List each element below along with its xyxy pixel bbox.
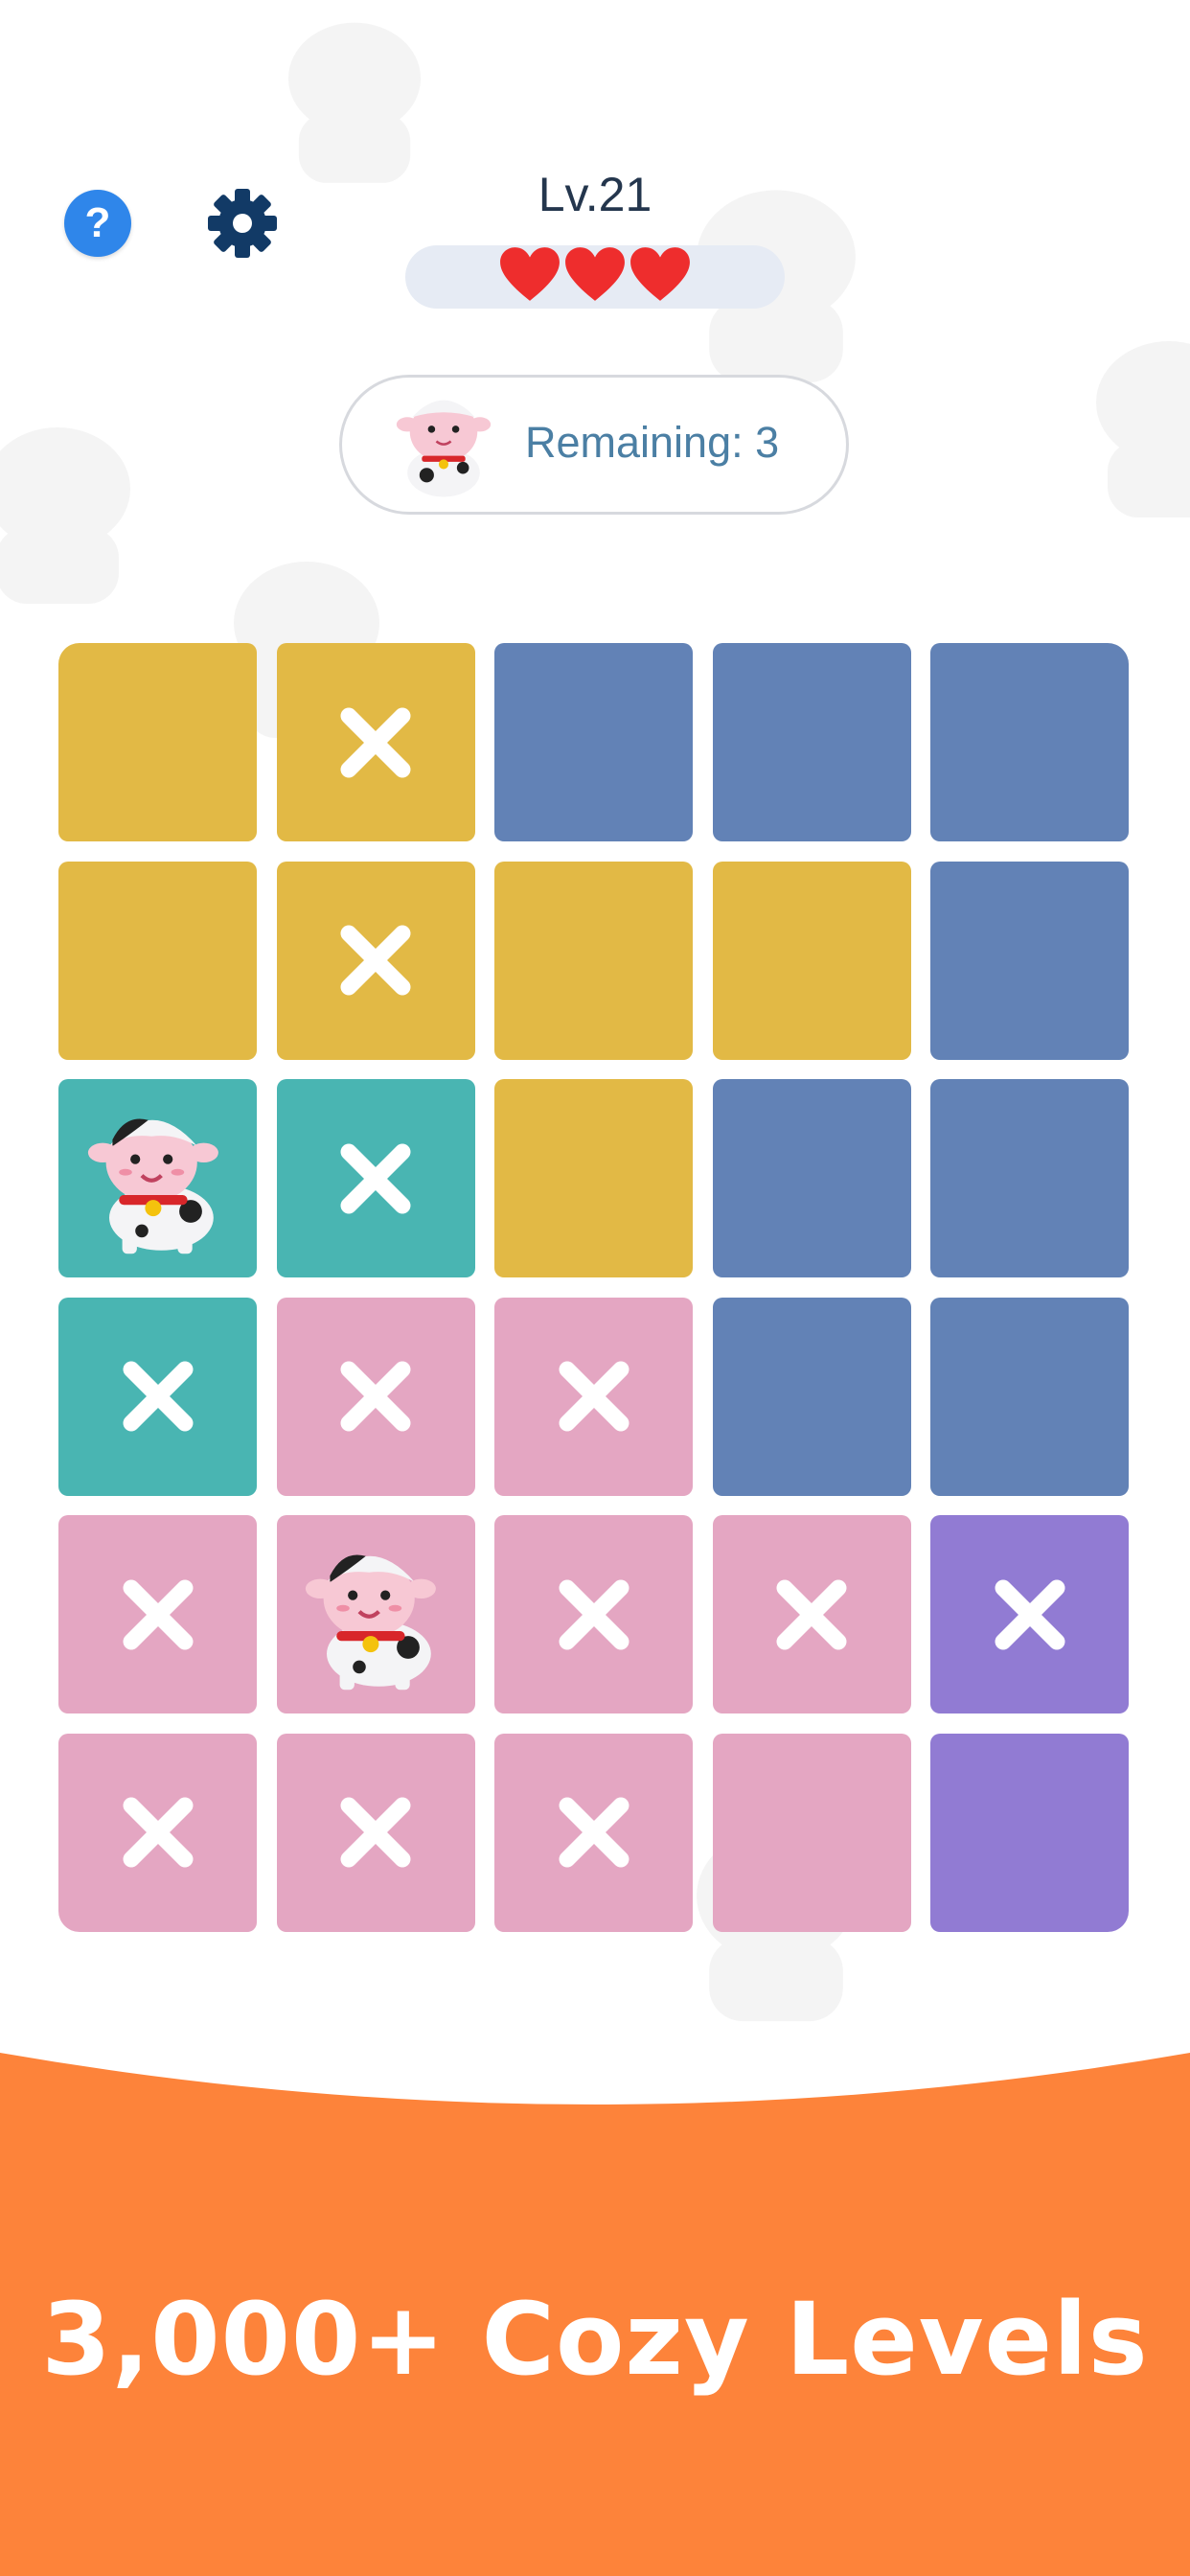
board-cell[interactable] — [494, 1733, 693, 1932]
heart-icon — [565, 247, 625, 301]
remaining-count-text: Remaining: 3 — [525, 418, 780, 467]
game-board — [58, 643, 1132, 1932]
board-cell[interactable] — [712, 1079, 911, 1277]
board-cell[interactable] — [276, 1297, 475, 1496]
heart-icon — [500, 247, 560, 301]
board-cell[interactable] — [712, 1733, 911, 1932]
board-cell[interactable] — [930, 1079, 1129, 1277]
board-cell[interactable] — [276, 643, 475, 841]
board-cell[interactable] — [930, 1297, 1129, 1496]
x-mark-icon — [559, 1797, 629, 1868]
board-cell[interactable] — [712, 1515, 911, 1714]
board-cell[interactable] — [930, 861, 1129, 1060]
board-cell[interactable] — [58, 1733, 257, 1932]
board-cell[interactable] — [712, 643, 911, 841]
heart-icon — [630, 247, 690, 301]
board-cell[interactable] — [494, 1515, 693, 1714]
board-cell[interactable] — [276, 1079, 475, 1277]
cow-icon — [396, 400, 492, 497]
promo-banner-text: 3,000+ Cozy Levels — [41, 2281, 1149, 2398]
x-mark-icon — [340, 1361, 411, 1432]
board-cell[interactable] — [494, 643, 693, 841]
level-label: Lv.21 — [538, 168, 652, 221]
board-cell[interactable] — [712, 1297, 911, 1496]
x-mark-icon — [776, 1579, 847, 1649]
board-cell[interactable] — [930, 1733, 1129, 1932]
board-cell[interactable] — [58, 643, 257, 841]
x-mark-icon — [340, 1797, 411, 1868]
board-cell[interactable] — [276, 861, 475, 1060]
x-mark-icon — [123, 1797, 193, 1868]
x-mark-icon — [340, 707, 411, 777]
board-cell[interactable] — [930, 1515, 1129, 1714]
lives-hearts — [498, 243, 692, 310]
board-cell[interactable] — [58, 1297, 257, 1496]
board-cell[interactable] — [494, 861, 693, 1060]
x-mark-icon — [340, 1143, 411, 1213]
cow-icon — [87, 1117, 218, 1254]
x-mark-icon — [559, 1579, 629, 1649]
board-cell[interactable] — [712, 861, 911, 1060]
board-cell[interactable] — [58, 861, 257, 1060]
board-cell[interactable] — [58, 1515, 257, 1714]
x-mark-icon — [123, 1579, 193, 1649]
board-cell[interactable] — [276, 1733, 475, 1932]
board-cell[interactable] — [494, 1297, 693, 1496]
board-cell[interactable] — [930, 643, 1129, 841]
board-cell[interactable] — [276, 1515, 475, 1714]
x-mark-icon — [123, 1361, 193, 1432]
cow-icon — [305, 1553, 436, 1690]
board-cell[interactable] — [494, 1079, 693, 1277]
x-mark-icon — [995, 1579, 1064, 1649]
board-cell[interactable] — [58, 1079, 257, 1277]
x-mark-icon — [340, 925, 411, 996]
x-mark-icon — [559, 1361, 629, 1432]
